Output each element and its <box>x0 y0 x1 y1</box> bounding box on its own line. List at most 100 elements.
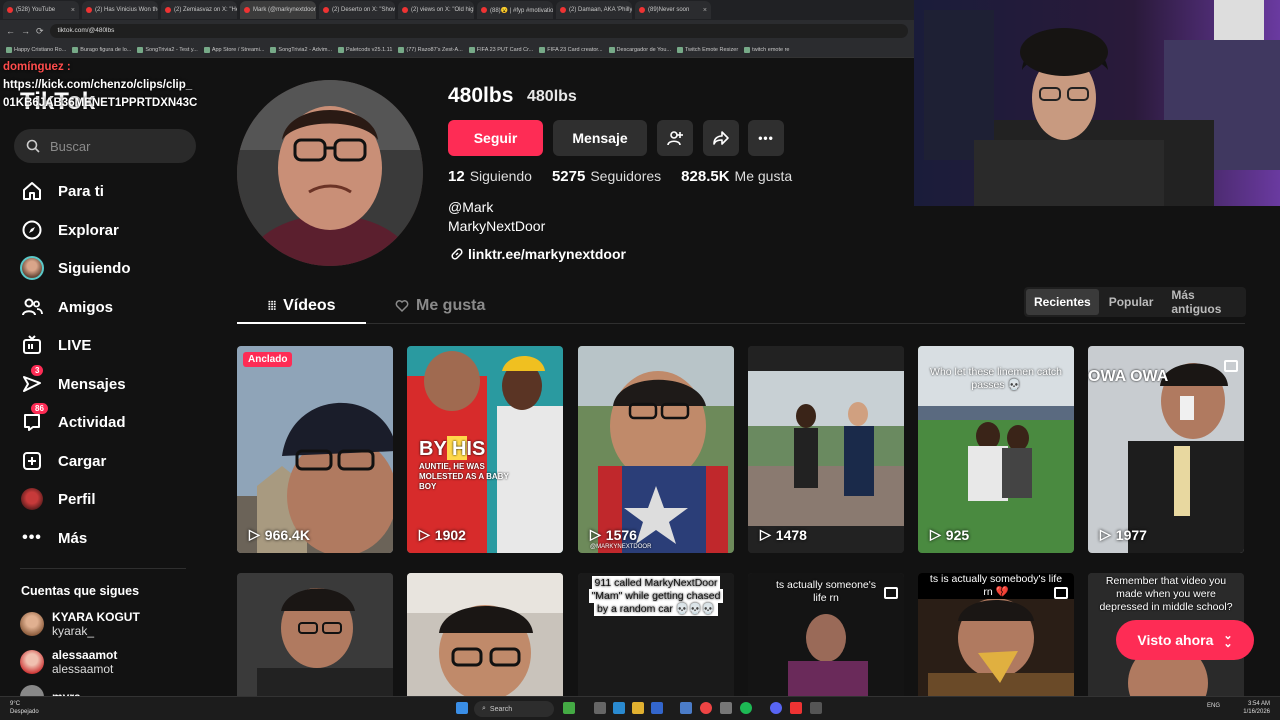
back-icon[interactable]: ← <box>6 26 15 36</box>
video-card[interactable]: Anclado ▷ 966.4K <box>237 346 393 553</box>
nav-actividad[interactable]: 86 Actividad <box>20 403 126 437</box>
browser-tab[interactable]: (528) YouTube × <box>3 1 79 19</box>
video-card[interactable]: ts actually someone's life rn <box>748 573 904 696</box>
spotify-icon[interactable] <box>740 702 752 714</box>
forward-icon[interactable]: → <box>21 26 30 36</box>
nav-explorar[interactable]: Explorar <box>20 215 119 245</box>
store-icon[interactable] <box>651 702 663 714</box>
edge-icon[interactable] <box>613 702 625 714</box>
nav-mas[interactable]: ••• Más <box>20 523 87 553</box>
task-view-icon[interactable] <box>594 702 606 714</box>
app-icon[interactable] <box>810 702 822 714</box>
video-card[interactable]: Who let these linemen catch passes 💀 ▷ 92… <box>918 346 1074 553</box>
following-account[interactable]: KYARA KOGUT kyarak_ <box>20 610 140 638</box>
bookmark-item[interactable]: twitch emote re <box>744 46 789 53</box>
tab-likes[interactable]: Me gusta <box>395 288 485 324</box>
video-card[interactable]: ▷ 1478 <box>748 346 904 553</box>
nav-amigos[interactable]: Amigos <box>20 292 113 322</box>
app-icon[interactable] <box>563 702 575 714</box>
tab-videos[interactable]: ⦙⦙⦙ Vídeos <box>268 288 336 324</box>
video-card[interactable]: ts is actually somebody's life rn 💔 <box>918 573 1074 696</box>
bookmark-item[interactable]: SongTrivia2 - Test y... <box>137 46 198 53</box>
tab-favicon <box>244 7 250 13</box>
message-button[interactable]: Mensaje <box>553 120 647 156</box>
browser-tab[interactable]: (2) views on X: "Old high× <box>398 1 474 19</box>
bookmark-item[interactable]: App Store / Streami... <box>203 46 264 53</box>
file-explorer-icon[interactable] <box>632 702 644 714</box>
bookmark-item[interactable]: (77) Razo87's Zest-A... <box>398 46 463 53</box>
taskbar-search[interactable]: ⌕ Search <box>474 701 554 717</box>
bookmark-item[interactable]: FIFA 23 Card creator... <box>539 46 603 53</box>
nav-label: Explorar <box>58 221 119 239</box>
sort-popular[interactable]: Popular <box>1101 289 1162 315</box>
system-tray[interactable]: ENG <box>1207 703 1220 709</box>
view-count-value: 1902 <box>434 526 466 543</box>
nav-siguiendo[interactable]: Siguiendo <box>20 253 131 283</box>
link-icon <box>451 248 463 260</box>
account-handle: kyarak_ <box>52 624 95 638</box>
follow-button[interactable]: Seguir <box>448 120 543 156</box>
taskbar-clock[interactable]: 3:54 AM 1/16/2026 <box>1243 700 1270 716</box>
bookmark-item[interactable]: FIFA 23 PUT Card Cr... <box>468 46 533 53</box>
video-card[interactable]: 911 called MarkyNextDoor "Mam" while get… <box>578 573 734 696</box>
sort-recent[interactable]: Recientes <box>1026 289 1099 315</box>
browser-tab[interactable]: (89)Never soon × <box>635 1 711 19</box>
video-card[interactable] <box>407 573 563 696</box>
more-options-button[interactable]: ••• <box>748 120 784 156</box>
video-card[interactable] <box>237 573 393 696</box>
profile-link[interactable]: linktr.ee/markynextdoor <box>450 246 626 262</box>
sort-oldest[interactable]: Más antiguos <box>1163 288 1244 316</box>
chrome-icon[interactable] <box>700 702 712 714</box>
inbox-icon <box>24 414 40 431</box>
browser-tab[interactable]: (88)😮 | #fyp #motivatio× <box>477 1 553 19</box>
mail-icon[interactable] <box>680 702 692 714</box>
tab-favicon <box>402 7 408 13</box>
bookmark-item[interactable]: Descargador de You... <box>608 46 671 53</box>
bookmark-item[interactable]: Paletcods v25.1.11 <box>338 46 392 53</box>
music-icon[interactable] <box>790 702 802 714</box>
app-icon[interactable] <box>720 702 732 714</box>
nav-perfil[interactable]: Perfil <box>20 484 96 514</box>
search-input[interactable] <box>50 138 180 154</box>
tab-favicon <box>481 7 487 13</box>
reload-icon[interactable]: ⟳ <box>36 26 44 37</box>
bookmark-item[interactable]: Happy Cristiano Ro... <box>6 46 66 53</box>
stat-followers[interactable]: 5275 Seguidores <box>552 168 661 185</box>
nav-para-ti[interactable]: Para ti <box>20 176 104 206</box>
browser-tab[interactable]: (2) Deserto on X: "Showi× <box>319 1 395 19</box>
bookmark-item[interactable]: SongTrivia2 - Advim... <box>270 46 332 53</box>
browser-tab[interactable]: (2) Zemiasvaz on X: "Hey× <box>161 1 237 19</box>
browser-tab[interactable]: (2) Damaan, AKA 'Philly's× <box>556 1 632 19</box>
add-friend-button[interactable] <box>657 120 693 156</box>
tab-favicon <box>7 7 13 13</box>
browser-tab[interactable]: Mark (@markynextdoor)× <box>240 1 316 19</box>
bookmark-item[interactable]: Twitch Emote Resizer <box>676 46 738 53</box>
heart-outline-icon <box>395 300 409 313</box>
weather-widget[interactable]: 9°C Despejado <box>10 700 39 716</box>
tab-title: (88)😮 | #fyp #motivatio <box>490 7 553 14</box>
double-chevron-down-icon: ⌄ ⌄ <box>1223 630 1233 650</box>
active-tab-underline <box>237 322 366 324</box>
search-bar[interactable] <box>14 129 196 163</box>
photo-carousel-icon <box>1224 360 1238 372</box>
discord-icon[interactable] <box>770 702 782 714</box>
windows-start-icon[interactable] <box>456 702 468 714</box>
close-tab-icon[interactable]: × <box>703 7 707 14</box>
stat-label: Siguiendo <box>469 168 532 184</box>
tab-title: (2) views on X: "Old high <box>411 7 474 13</box>
bookmarks-bar: Happy Cristiano Ro... Burago figura de lo… <box>0 42 914 58</box>
video-card[interactable]: @MARKYNEXTDOOR ▷ 1576 <box>578 346 734 553</box>
share-button[interactable] <box>703 120 739 156</box>
video-card[interactable]: OWA OWA ▷ 1977 <box>1088 346 1244 553</box>
stat-following[interactable]: 12 Siguiendo <box>448 168 532 185</box>
bookmark-item[interactable]: Burago figura de lo... <box>72 46 131 53</box>
url-field[interactable]: tiktok.com/@480lbs <box>49 24 908 38</box>
close-tab-icon[interactable]: × <box>71 7 75 14</box>
following-account[interactable]: alessaamot alessaamot <box>20 648 117 676</box>
nav-live[interactable]: LIVE <box>20 330 91 360</box>
video-card[interactable]: BY HIS AUNTIE, HE WAS MOLESTED AS A BABY… <box>407 346 563 553</box>
recently-watched-button[interactable]: Visto ahora ⌄ ⌄ <box>1116 620 1254 660</box>
nav-cargar[interactable]: Cargar <box>20 446 106 476</box>
nav-mensajes[interactable]: 3 Mensajes <box>20 365 126 399</box>
browser-tab[interactable]: (2) Has Vinicius Won the× <box>82 1 158 19</box>
